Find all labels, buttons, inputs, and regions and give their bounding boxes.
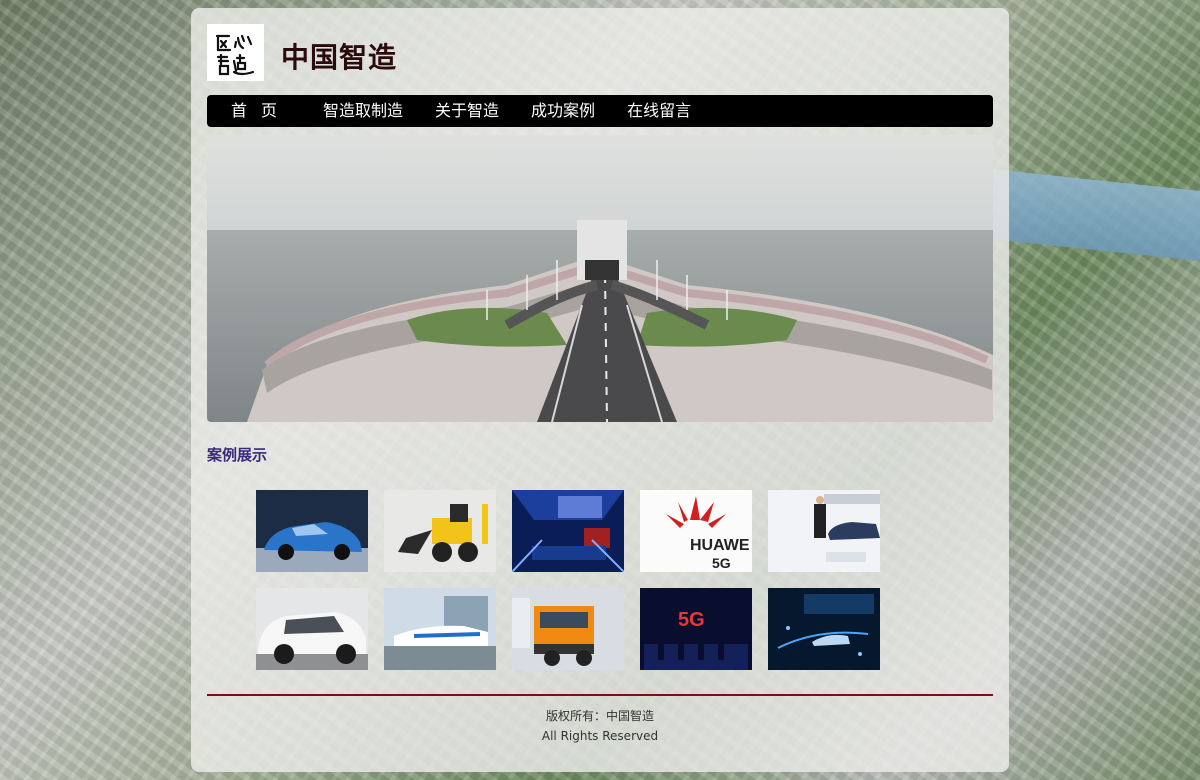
white-suv-image	[256, 588, 368, 670]
huawei-5g-image: HUAWE 5G	[640, 490, 752, 572]
background-river	[990, 168, 1200, 262]
huawei-5g-text: 5G	[712, 555, 731, 571]
nav-item-replace[interactable]: 智造取制造	[307, 95, 419, 127]
tech-event-image	[768, 588, 880, 670]
case-thumb-truck[interactable]	[512, 588, 624, 670]
maglev-train-image	[384, 588, 496, 670]
cases-section-title: 案例展示	[207, 446, 268, 464]
header: 中国智造	[207, 24, 607, 82]
footer-copyright: 版权所有：中国智造	[545, 709, 654, 723]
orange-truck-image	[512, 588, 624, 670]
bridge-island-image	[207, 135, 993, 422]
stage-screen-image	[512, 490, 624, 572]
main-nav: 首页 智造取制造 关于智造 成功案例 在线留言	[207, 95, 993, 127]
logo-calligraphy-icon	[215, 34, 254, 75]
footer: 版权所有：中国智造 All Rights Reserved	[191, 706, 1009, 746]
main-panel: 中国智造 首页 智造取制造 关于智造 成功案例 在线留言 案例展示 HUAWE …	[191, 8, 1009, 772]
case-thumb-5g-event[interactable]: 5G	[640, 588, 752, 670]
5g-event-text: 5G	[678, 609, 705, 631]
5g-event-image: 5G	[640, 588, 752, 670]
footer-divider	[207, 694, 993, 696]
case-thumb-maglev[interactable]	[384, 588, 496, 670]
site-title: 中国智造	[281, 41, 398, 74]
hero-banner-bridge	[207, 135, 993, 422]
case-thumb-showroom[interactable]	[768, 490, 880, 572]
nav-item-cases[interactable]: 成功案例	[515, 95, 611, 127]
nav-item-about[interactable]: 关于智造	[419, 95, 515, 127]
case-thumb-huawei[interactable]: HUAWE 5G	[640, 490, 752, 572]
nav-item-message[interactable]: 在线留言	[611, 95, 707, 127]
huawei-text: HUAWE	[690, 537, 750, 554]
site-logo[interactable]	[207, 24, 264, 81]
showroom-car-image	[768, 490, 880, 572]
case-thumb-white-suv[interactable]	[256, 588, 368, 670]
yellow-loader-image	[384, 490, 496, 572]
nav-item-home[interactable]: 首页	[207, 95, 307, 127]
case-thumb-yellow-loader[interactable]	[384, 490, 496, 572]
blue-car-image	[256, 490, 368, 572]
case-thumb-tech-event[interactable]	[768, 588, 880, 670]
cases-gallery: HUAWE 5G 5G	[256, 490, 896, 670]
case-thumb-blue-car[interactable]	[256, 490, 368, 572]
footer-rights: All Rights Reserved	[541, 729, 659, 743]
case-thumb-stage[interactable]	[512, 490, 624, 572]
